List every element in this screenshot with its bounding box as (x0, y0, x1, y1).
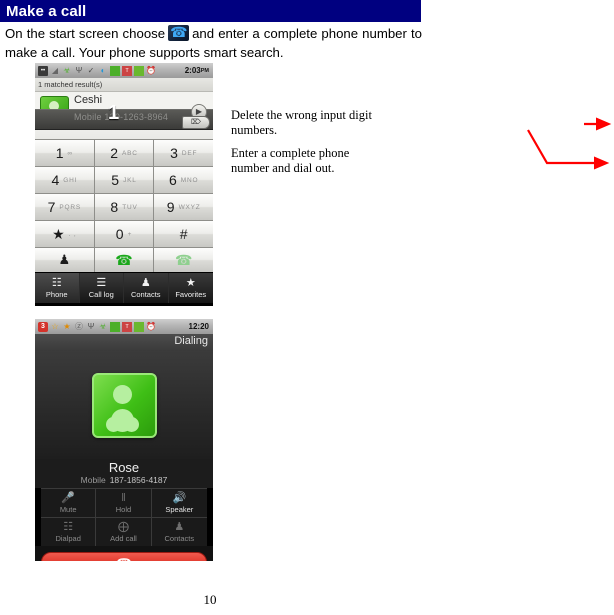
list-icon: ☰ (96, 276, 107, 289)
sms-icon: •• (38, 65, 48, 76)
star-outline-icon: ☆ (51, 321, 59, 331)
dialer-status-icons: •• ◢ ☣ Ψ ✓ ◐ T ⏰ (38, 65, 185, 76)
dialpad-key-hash[interactable]: # (154, 221, 213, 247)
end-call-area: ☎ (35, 546, 213, 561)
page-title: Make a call (6, 2, 87, 20)
wifi-icon: ◐ (100, 65, 106, 75)
dialpad-key-7[interactable]: 7 PQRS (35, 194, 94, 220)
voicemail-icon: ∞ (67, 149, 73, 157)
dialpad-key-star[interactable]: ★. , (35, 221, 94, 247)
signal-bars-icon: ◢ (51, 65, 59, 75)
dialer-screenshot: •• ◢ ☣ Ψ ✓ ◐ T ⏰ 2:03PM 1 matched result… (35, 63, 213, 306)
dialpad-key-4[interactable]: 4 GHI (35, 167, 94, 193)
callee-number: Mobile 187-1856-4187 (35, 475, 213, 488)
call-sim2-button[interactable]: ☎ (154, 248, 213, 272)
incall-status-icons: 3 ☆ ★ Ⓩ Ψ ☣ T ⏰ (38, 321, 189, 332)
tab-phone[interactable]: ☷ Phone (35, 273, 80, 303)
callee-name: Rose (35, 459, 213, 475)
sync-check-icon: ✓ (87, 65, 95, 75)
dialer-clock: 2:03PM (184, 66, 209, 75)
battery-icon (134, 321, 144, 332)
android-robot-icon: ☣ (99, 321, 107, 331)
usb-icon: Ψ (75, 65, 83, 75)
dialpad-key-0[interactable]: 0 + (94, 221, 154, 247)
person-icon: ♟ (174, 520, 185, 533)
dialer-status-bar: •• ◢ ☣ Ψ ✓ ◐ T ⏰ 2:03PM (35, 63, 213, 78)
dialer-tab-bar: ☷ Phone ☰ Call log ♟ Contacts ★ Favorite… (35, 272, 213, 303)
mute-microphone-icon: 🎤 (61, 491, 76, 504)
document-section-header: Make a call (0, 0, 421, 22)
call-sim2-icon: ☎ (174, 251, 193, 268)
backspace-button[interactable]: ⌦ (182, 116, 210, 129)
battery-icon (134, 65, 144, 76)
call-sim1-button[interactable]: ☎ (94, 248, 154, 272)
incall-controls-grid: 🎤 Mute ‖ Hold 🔊 Speaker ☷ Dialpad ⨁ Add … (41, 488, 207, 546)
dialpad-grid: 1 ∞ 2 ABC 3 DEF 4 GHI 5 JKL 6 MNO 7 PQRS 8 TUV 9… (35, 139, 213, 272)
instruction-text-before: On the start screen choose (5, 26, 166, 41)
end-call-button[interactable]: ☎ (41, 552, 207, 561)
incall-header: Dialing (35, 334, 213, 351)
sim-card-icon: T (122, 65, 132, 76)
add-call-icon: ⨁ (117, 520, 129, 533)
typed-digits: 1 (108, 102, 120, 124)
dialpad-button[interactable]: ☷ Dialpad (41, 518, 97, 546)
add-call-button[interactable]: ⨁ Add call (96, 518, 152, 546)
matched-results-label: 1 matched result(s) (35, 78, 213, 92)
contact-number-hint: Mobile 130-1263-8964 (74, 112, 169, 122)
alarm-clock-icon: ⏰ (146, 321, 156, 331)
dialpad-icon: ☷ (63, 520, 74, 533)
incall-avatar-area (35, 351, 213, 459)
star-icon: ★ (185, 276, 196, 289)
tab-call-log[interactable]: ☰ Call log (80, 273, 124, 303)
person-icon: ♟ (140, 276, 151, 289)
phone-handset-icon (168, 23, 190, 41)
speaker-button[interactable]: 🔊 Speaker (151, 489, 207, 518)
call-state-label: Dialing (174, 335, 208, 347)
mute-ring-icon: Ⓩ (75, 321, 83, 331)
mute-button[interactable]: 🎤 Mute (41, 489, 97, 518)
sim-card-icon: T (122, 321, 132, 332)
incall-status-bar: 3 ☆ ★ Ⓩ Ψ ☣ T ⏰ 12:20 (35, 319, 213, 334)
signal-strength-icon (110, 65, 120, 76)
instruction-paragraph: On the start screen chooseand enter a co… (5, 23, 422, 62)
alarm-clock-icon: ⏰ (146, 65, 156, 75)
signal-bars-icon (110, 321, 120, 332)
dialpad-key-3[interactable]: 3 DEF (154, 140, 213, 166)
android-robot-icon: ☣ (63, 65, 71, 75)
star-filled-icon: ★ (63, 321, 71, 331)
page-number: 10 (203, 592, 217, 607)
dialpad-key-9[interactable]: 9 WXYZ (154, 194, 213, 220)
callee-number-value: 187-1856-4187 (109, 475, 168, 485)
pause-icon: ‖ (121, 491, 126, 504)
arrow-bottom (527, 129, 610, 170)
callout-enter-number: Enter a complete phone number and dial o… (231, 146, 350, 175)
hold-button[interactable]: ‖ Hold (96, 489, 152, 518)
dialpad-key-6[interactable]: 6 MNO (154, 167, 213, 193)
dialpad-icon: ☷ (51, 276, 62, 289)
call-sim1-icon: ☎ (115, 251, 133, 268)
tab-contacts[interactable]: ♟ Contacts (124, 273, 169, 303)
contact-name: Ceshi (74, 94, 103, 106)
add-contact-button[interactable]: ♟ (35, 248, 94, 272)
notification-count-badge: 3 (38, 321, 48, 332)
dialpad-key-8[interactable]: 8 TUV (94, 194, 154, 220)
dialpad-key-5[interactable]: 5 JKL (94, 167, 154, 193)
end-call-icon: ☎ (117, 556, 132, 561)
dialpad-key-1[interactable]: 1 ∞ (35, 140, 94, 166)
callee-avatar (91, 372, 157, 438)
contacts-button[interactable]: ♟ Contacts (152, 518, 207, 546)
incall-clock: 12:20 (188, 322, 209, 331)
incall-screenshot: 3 ☆ ★ Ⓩ Ψ ☣ T ⏰ 12:20 Dialing Rose Mobil… (35, 319, 213, 561)
callee-number-label: Mobile (80, 475, 106, 485)
dialpad-key-2[interactable]: 2 ABC (94, 140, 154, 166)
contact-suggestion[interactable]: Ceshi Mobile 130-1263-8964 1 ▶ ⌦ (35, 92, 213, 139)
speaker-icon: 🔊 (172, 491, 187, 504)
add-contact-icon: ♟ (58, 252, 71, 267)
callout-delete-digits: Delete the wrong input digit numbers. (231, 108, 372, 137)
tab-favorites[interactable]: ★ Favorites (169, 273, 214, 303)
annotation-arrows (527, 117, 612, 170)
usb-icon: Ψ (87, 321, 95, 331)
